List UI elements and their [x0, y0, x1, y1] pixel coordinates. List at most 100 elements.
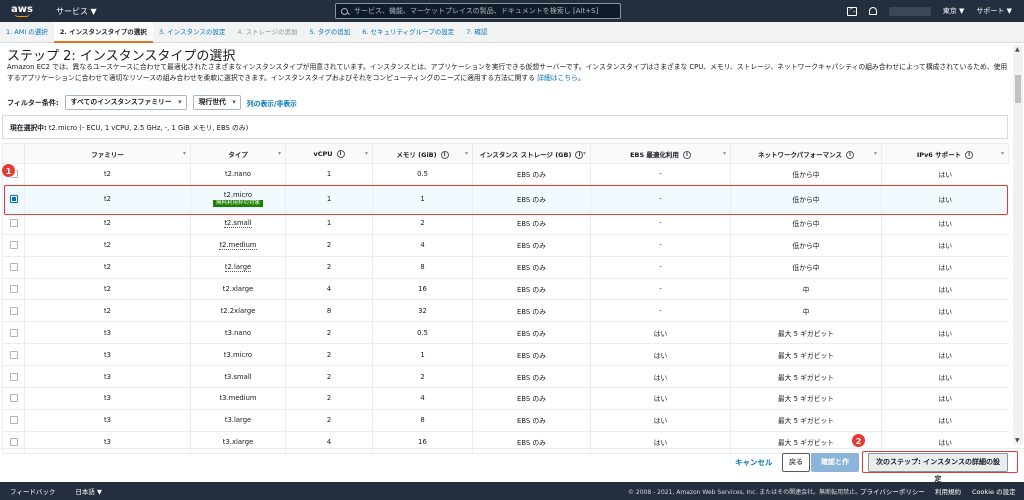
language-select[interactable]: 日本語 ▼ — [75, 486, 102, 496]
wizard-step-7[interactable]: 7. 確認 — [460, 22, 493, 43]
cell-network: 低から中 — [730, 185, 882, 213]
cell-network: 最大 5 ギガビット — [730, 365, 882, 389]
scroll-down-icon[interactable]: ▼ — [1015, 437, 1020, 444]
sort-icon[interactable]: ▾ — [1001, 150, 1004, 157]
column-header-label: ファミリー — [91, 150, 124, 159]
family-select[interactable]: すべてのインスタンスファミリー — [64, 95, 187, 110]
table-row[interactable]: t2 t2.medium 2 4 EBS のみ - 低から中 はい — [2, 234, 1009, 257]
column-header-3[interactable]: vCPU i ▾ — [285, 143, 373, 164]
column-header-4[interactable]: メモリ (GiB) i ▾ — [372, 143, 473, 164]
cell-vcpu-value: 4 — [326, 438, 332, 447]
cell-memory: 32 — [372, 299, 473, 323]
search-input[interactable]: サービス、機能、マーケットプレイスの製品、ドキュメントを検索し [Alt+S] — [335, 3, 621, 19]
top-nav: aws サービス ▼ サービス、機能、マーケットプレイスの製品、ドキュメントを検… — [0, 0, 1024, 22]
bell-icon[interactable] — [868, 7, 877, 15]
cell-storage: EBS のみ — [472, 163, 591, 186]
column-header-7[interactable]: ネットワークパフォーマンス i ▾ — [730, 143, 882, 164]
support-menu[interactable]: サポート ▼ — [976, 6, 1012, 16]
column-header-label: インスタンス ストレージ (GB) — [479, 150, 572, 159]
cell-ipv6: はい — [881, 321, 1009, 345]
row-checkbox[interactable] — [9, 285, 18, 293]
row-checkbox[interactable] — [9, 241, 18, 250]
row-select-cell — [2, 212, 25, 235]
aws-logo[interactable]: aws — [0, 5, 44, 17]
cell-network-value: 最大 5 ギガビット — [777, 329, 835, 338]
column-header-2[interactable]: タイプ ▾ — [190, 143, 286, 164]
row-checkbox[interactable] — [9, 219, 18, 228]
table-row[interactable]: t3 t3.nano 2 0.5 EBS のみ はい 最大 5 ギガビット はい — [2, 321, 1009, 345]
wizard-step-5[interactable]: 5. タグの追加 — [303, 22, 356, 43]
feedback-link[interactable]: フィードバック — [10, 486, 55, 496]
row-checkbox[interactable] — [9, 394, 18, 403]
cell-type-value: t3.medium — [219, 394, 257, 403]
cell-vcpu: 2 — [285, 343, 373, 367]
row-checkbox[interactable] — [9, 263, 18, 272]
sort-icon[interactable]: ▾ — [874, 150, 877, 157]
column-header-6[interactable]: EBS 最適化利用 i ▾ — [590, 143, 731, 164]
cell-memory-value: 8 — [420, 416, 425, 425]
cell-ipv6-value: はい — [938, 351, 953, 360]
info-icon[interactable]: i — [682, 150, 691, 159]
table-row[interactable]: t3 t3.large 2 8 EBS のみ はい 最大 5 ギガビット はい — [2, 409, 1009, 432]
columns-toggle-link[interactable]: 列の表示/非表示 — [247, 98, 297, 108]
cell-family: t2 — [24, 212, 191, 235]
info-icon[interactable]: i — [846, 150, 855, 159]
row-checkbox[interactable] — [9, 438, 18, 447]
account-menu[interactable] — [888, 6, 931, 16]
table-row[interactable]: t3 t3.small 2 2 EBS のみ はい 最大 5 ギガビット はい — [2, 365, 1009, 389]
column-header-1[interactable]: ファミリー ▾ — [24, 143, 191, 164]
table-row[interactable]: t2 t2.micro 無料利用枠の対象 1 1 EBS のみ - 低から中 はい — [2, 185, 1009, 213]
scroll-thumb[interactable] — [1015, 75, 1021, 103]
info-icon[interactable]: i — [440, 150, 449, 159]
sort-icon[interactable]: ▾ — [278, 150, 281, 157]
terms-link[interactable]: 利用規約 — [935, 486, 961, 496]
table-row[interactable]: t2 t2.nano 1 0.5 EBS のみ - 低から中 はい — [2, 163, 1009, 186]
current-selection-label: 現在選択中: — [10, 124, 47, 132]
cell-memory-value: 32 — [418, 306, 427, 315]
scroll-up-icon[interactable]: ▲ — [1015, 46, 1020, 53]
row-checkbox[interactable] — [9, 350, 18, 359]
column-header-8[interactable]: IPv6 サポート i ▾ — [881, 143, 1009, 164]
info-icon[interactable]: i — [336, 149, 345, 158]
cancel-button[interactable]: キャンセル — [735, 457, 773, 468]
scrollbar[interactable]: ▲ ▼ — [1013, 45, 1023, 445]
sort-icon[interactable]: ▾ — [723, 150, 726, 157]
column-header-5[interactable]: インスタンス ストレージ (GB) i ▾ — [472, 143, 591, 164]
cell-family-value: t3 — [104, 416, 111, 425]
row-checkbox[interactable] — [9, 416, 18, 425]
table-row[interactable]: t2 t2.small 1 2 EBS のみ - 低から中 はい — [2, 212, 1009, 235]
cell-network: 最大 5 ギガビット — [730, 409, 882, 432]
wizard-step-3[interactable]: 3. インスタンスの設定 — [153, 22, 232, 43]
cell-network: 最大 5 ギガビット — [730, 387, 882, 410]
services-menu[interactable]: サービス ▼ — [56, 6, 97, 17]
sort-icon[interactable]: ▾ — [365, 150, 368, 157]
row-checkbox[interactable] — [9, 194, 18, 203]
review-and-launch-button[interactable]: 確認と作成 — [811, 453, 859, 483]
cell-ebs-value: - — [659, 241, 662, 250]
row-checkbox[interactable] — [9, 372, 18, 381]
generation-select[interactable]: 現行世代 — [192, 95, 241, 110]
sort-icon[interactable]: ▾ — [183, 150, 186, 157]
table-row[interactable]: t3 t3.micro 2 1 EBS のみ はい 最大 5 ギガビット はい — [2, 343, 1009, 367]
region-menu[interactable]: 東京 ▼ — [943, 6, 965, 16]
wizard-step-2[interactable]: 2. インスタンスタイプの選択 — [53, 21, 153, 43]
back-button[interactable]: 戻る — [782, 453, 810, 472]
row-select-cell — [2, 185, 25, 213]
cookie-settings-link[interactable]: Cookie の設定 — [972, 486, 1016, 496]
wizard-step-6[interactable]: 6. セキュリティグループの設定 — [356, 22, 460, 43]
privacy-link[interactable]: プライバシーポリシー — [860, 486, 925, 496]
table-row[interactable]: t3 t3.medium 2 4 EBS のみ はい 最大 5 ギガビット はい — [2, 387, 1009, 410]
cell-storage: EBS のみ — [472, 185, 591, 213]
sort-icon[interactable]: ▾ — [465, 150, 468, 157]
wizard-step-1[interactable]: 1. AMI の選択 — [0, 22, 54, 43]
info-icon[interactable]: i — [965, 150, 974, 159]
table-row[interactable]: t2 t2.2xlarge 8 32 EBS のみ - 中 はい — [2, 299, 1009, 323]
table-row[interactable]: t2 t2.xlarge 4 16 EBS のみ - 中 はい — [2, 278, 1009, 301]
row-checkbox[interactable] — [9, 306, 18, 315]
table-row[interactable]: t2 t2.large 2 8 EBS のみ - 低から中 はい — [2, 256, 1009, 279]
cell-type: t3.small — [190, 365, 286, 389]
terminal-icon[interactable] — [846, 6, 857, 16]
sort-icon[interactable]: ▾ — [583, 150, 586, 157]
row-checkbox[interactable] — [9, 328, 18, 337]
learn-more-link[interactable]: 詳細はこちら — [537, 74, 578, 82]
